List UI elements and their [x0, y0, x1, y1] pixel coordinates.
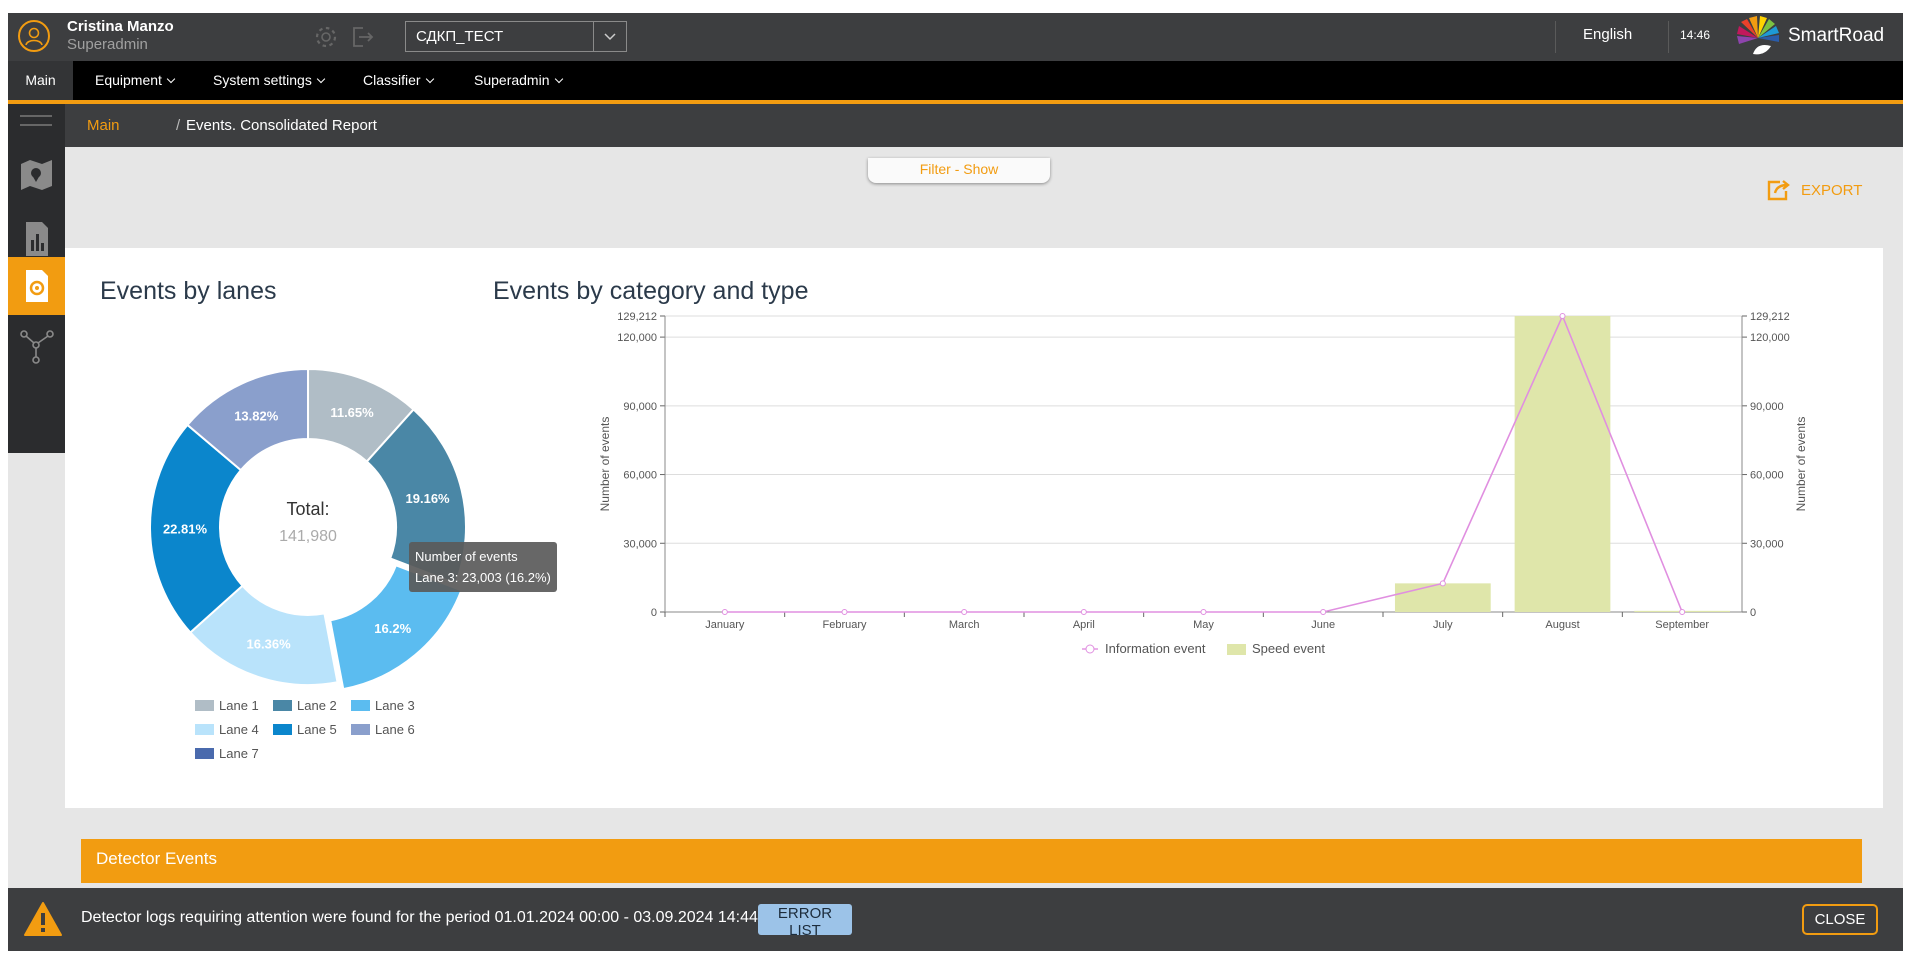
nav-superadmin[interactable]: Superadmin: [474, 61, 563, 100]
export-label: EXPORT: [1801, 182, 1863, 199]
chevron-down-icon[interactable]: [593, 22, 626, 51]
y-axis-label: Number of events: [598, 417, 612, 512]
gear-icon[interactable]: [313, 24, 339, 50]
information-event-point[interactable]: [961, 609, 968, 615]
y2-tick-label: 120,000: [1750, 332, 1790, 344]
breadcrumb-current: Events. Consolidated Report: [186, 117, 377, 134]
nav-label: Equipment: [95, 72, 162, 88]
nav-label: Classifier: [363, 72, 421, 88]
chevron-down-icon: [425, 74, 434, 84]
x-tick-label: June: [1311, 619, 1335, 631]
information-event-point[interactable]: [1439, 580, 1446, 587]
speed-event-bar[interactable]: [1514, 316, 1611, 612]
nav-label: Superadmin: [474, 72, 550, 88]
x-tick-label: April: [1073, 619, 1095, 631]
breadcrumb: Main / Events. Consolidated Report: [65, 104, 1903, 147]
hamburger-icon[interactable]: [8, 104, 65, 144]
nav-label: System settings: [213, 72, 312, 88]
x-tick-label: March: [949, 619, 980, 631]
detector-events-header[interactable]: Detector Events: [81, 839, 1862, 883]
x-tick-label: September: [1655, 619, 1709, 631]
divider: [1555, 21, 1556, 53]
y2-tick-label: 90,000: [1750, 401, 1784, 413]
events-report-icon[interactable]: [8, 257, 65, 315]
language-selector[interactable]: English: [1583, 26, 1632, 43]
nav-label: Main: [25, 72, 56, 88]
logout-icon[interactable]: [349, 24, 375, 50]
network-icon[interactable]: [8, 320, 65, 392]
main-nav: Main Equipment System settings Classifie…: [8, 61, 1903, 104]
information-event-point[interactable]: [1320, 609, 1327, 615]
y2-tick-label: 30,000: [1750, 538, 1784, 550]
information-event-point[interactable]: [1559, 313, 1566, 319]
alert-message: Detector logs requiring attention were f…: [81, 909, 758, 926]
legend-marker: [1085, 644, 1095, 654]
legend-bar-swatch: [1227, 644, 1246, 655]
nav-classifier[interactable]: Classifier: [363, 61, 434, 100]
legend-label[interactable]: Information event: [1105, 641, 1206, 656]
x-tick-label: May: [1193, 619, 1214, 631]
breadcrumb-main-link[interactable]: Main: [87, 117, 120, 134]
detector-events-title: Detector Events: [96, 849, 217, 868]
nav-equipment[interactable]: Equipment: [95, 61, 176, 100]
app-window: Cristina Manzo Superadmin СДКП_ТЕСТ Engl…: [8, 13, 1903, 951]
y-tick-label: 120,000: [617, 332, 657, 344]
chevron-down-icon: [316, 74, 326, 84]
clock: 14:46: [1680, 28, 1711, 42]
filter-toggle-label: Filter - Show: [919, 161, 999, 177]
y2-axis-label: Number of events: [1794, 417, 1808, 512]
top-header: Cristina Manzo Superadmin СДКП_ТЕСТ Engl…: [8, 13, 1903, 61]
alert-bar: Detector logs requiring attention were f…: [8, 888, 1903, 951]
nav-main[interactable]: Main: [8, 61, 73, 100]
speed-event-bar[interactable]: [1394, 583, 1491, 612]
warning-icon: [24, 902, 62, 936]
user-role: Superadmin: [67, 36, 148, 53]
filter-toggle[interactable]: Filter - Show: [868, 158, 1050, 183]
x-tick-label: July: [1433, 619, 1453, 631]
x-tick-label: February: [822, 619, 867, 631]
brand-name: SmartRoad: [1788, 25, 1885, 46]
category-bar-chart: 0 0 30,000 30,000 60,000 60,000 90,000 90,000 12…: [598, 311, 1808, 656]
chevron-down-icon: [554, 74, 563, 84]
chevron-down-icon: [166, 74, 176, 84]
y2-tick-label: 0: [1750, 607, 1756, 619]
information-event-point[interactable]: [1200, 609, 1207, 615]
y-tick-label: 0: [651, 607, 657, 619]
error-list-button[interactable]: ERROR LIST: [758, 904, 852, 939]
map-icon[interactable]: [8, 140, 65, 212]
y-tick-label: 129,212: [617, 311, 657, 323]
export-icon: [1767, 180, 1790, 201]
domain-select-value: СДКП_ТЕСТ: [416, 28, 504, 45]
export-button[interactable]: EXPORT: [1766, 178, 1866, 204]
legend-label[interactable]: Speed event: [1252, 641, 1325, 656]
sidebar: [8, 104, 65, 453]
information-event-point[interactable]: [1679, 609, 1686, 615]
y2-tick-label: 129,212: [1750, 311, 1790, 323]
x-tick-label: January: [705, 619, 745, 631]
information-event-point[interactable]: [721, 609, 728, 615]
y-tick-label: 60,000: [623, 470, 657, 482]
user-name: Cristina Manzo: [67, 18, 174, 35]
information-event-point[interactable]: [841, 609, 848, 615]
y-tick-label: 90,000: [623, 401, 657, 413]
close-button[interactable]: CLOSE: [1802, 904, 1878, 935]
divider: [1668, 21, 1669, 53]
report-panel: Events by lanes Events by category and t…: [65, 248, 1883, 808]
y-tick-label: 30,000: [623, 538, 657, 550]
user-avatar-icon[interactable]: [18, 20, 50, 52]
domain-select[interactable]: СДКП_ТЕСТ: [405, 21, 627, 52]
smartroad-logo-icon: [1735, 16, 1781, 58]
information-event-point[interactable]: [1080, 609, 1087, 615]
breadcrumb-separator: /: [176, 117, 181, 134]
nav-system-settings[interactable]: System settings: [213, 61, 326, 100]
x-tick-label: August: [1545, 619, 1579, 631]
y2-tick-label: 60,000: [1750, 470, 1784, 482]
